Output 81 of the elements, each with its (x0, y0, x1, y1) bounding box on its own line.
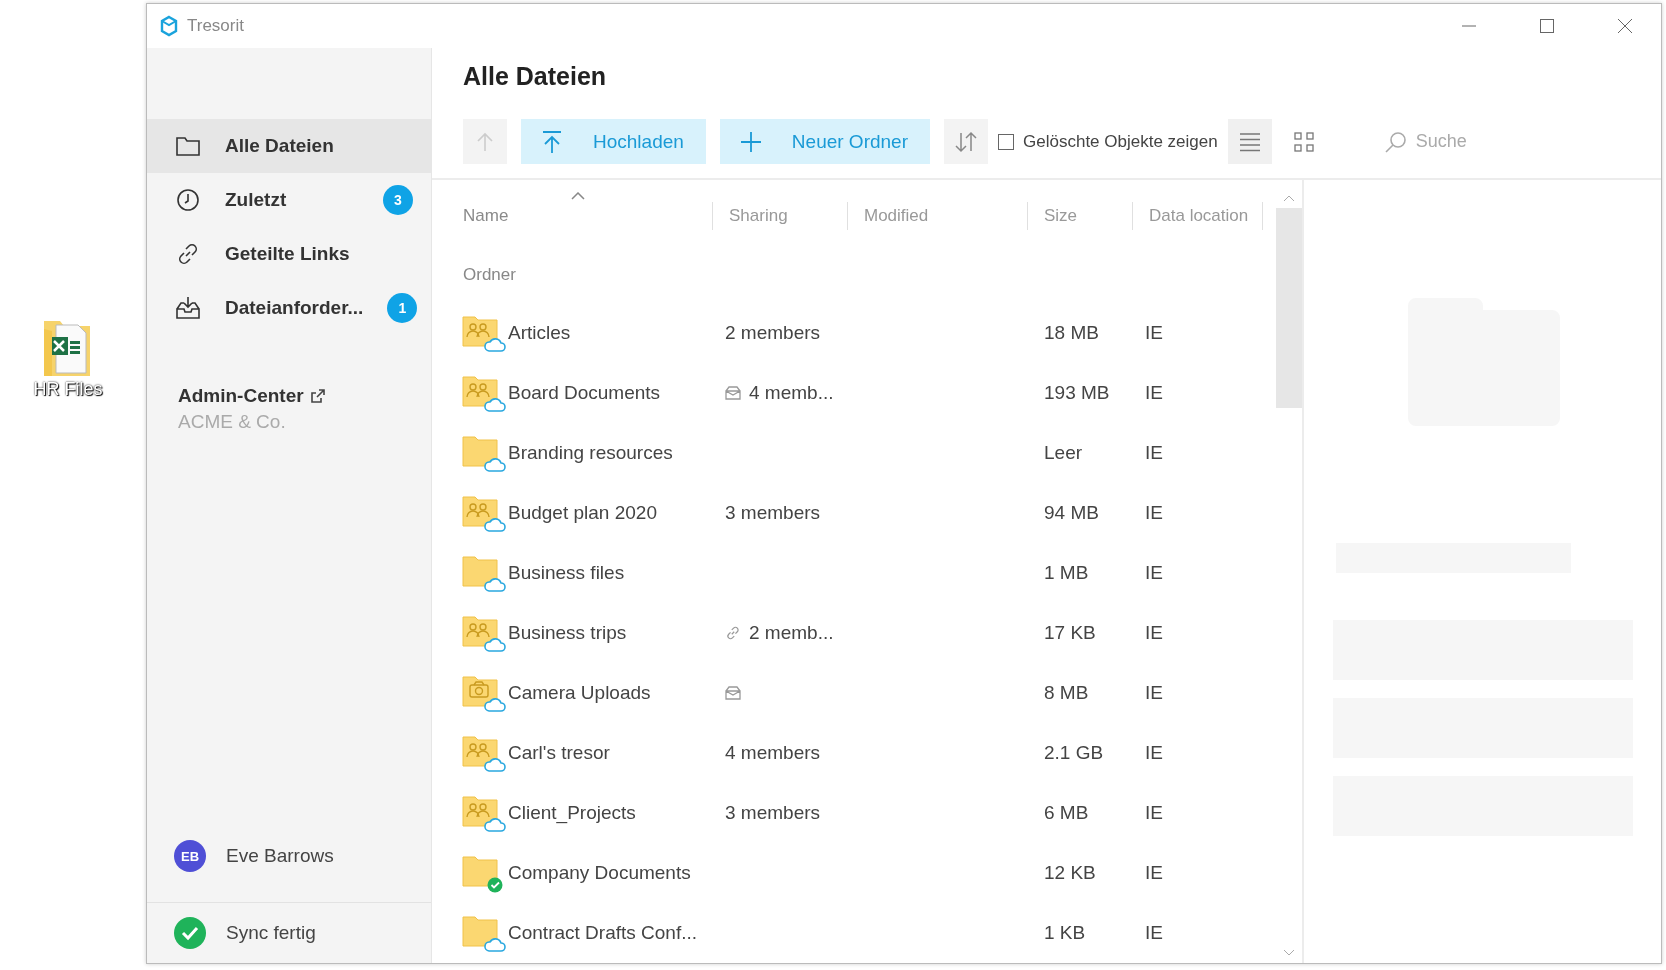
file-name[interactable]: Branding resources (508, 442, 673, 464)
member-count: 2 members (725, 322, 821, 344)
user-avatar[interactable]: EB (174, 840, 206, 872)
file-name[interactable]: Business files (508, 562, 625, 584)
location-cell: IE (1145, 442, 1163, 464)
sort-caret-icon (571, 192, 585, 200)
file-name[interactable]: Articles (508, 322, 571, 344)
location-cell: IE (1145, 322, 1163, 344)
desktop-icon-label[interactable]: HR Files (33, 379, 103, 400)
window-title: Tresorit (187, 16, 244, 36)
member-count: 3 members (725, 802, 821, 824)
check-circle-icon (174, 917, 206, 949)
location-cell: IE (1145, 802, 1163, 824)
size-cell: 8 MB (1044, 682, 1089, 704)
group-heading: Ordner (463, 263, 516, 286)
member-count: 3 members (725, 502, 821, 524)
file-name[interactable]: Camera Uploads (508, 682, 651, 704)
file-name[interactable]: Carl's tresor (508, 742, 610, 764)
location-cell: IE (1145, 682, 1163, 704)
page-title: Alle Dateien (463, 62, 608, 92)
file-name[interactable]: Client_Projects (508, 802, 636, 824)
size-cell: 193 MB (1044, 382, 1110, 404)
user-name: Eve Barrows (226, 845, 334, 867)
member-count: 4 memb... (749, 382, 834, 404)
size-cell: 1 MB (1044, 562, 1089, 584)
location-cell: IE (1145, 862, 1163, 884)
member-count: 4 members (725, 742, 821, 764)
size-cell: 18 MB (1044, 322, 1099, 344)
size-cell: 6 MB (1044, 802, 1089, 824)
file-name[interactable]: Business trips (508, 622, 627, 644)
maximize-icon[interactable] (1539, 18, 1555, 34)
grid-icon (1292, 130, 1315, 153)
show-deleted-checkbox[interactable]: Gelöschte Objekte zeigen (998, 131, 1218, 152)
size-cell: 17 KB (1044, 622, 1096, 644)
location-cell: IE (1145, 922, 1163, 944)
size-cell: 12 KB (1044, 862, 1096, 884)
sidebar-item[interactable]: Geteilte Links (147, 227, 431, 281)
external-link-icon (309, 388, 326, 404)
sidebar-item[interactable]: Dateianforder... 1 (147, 281, 431, 335)
file-name[interactable]: Company Documents (508, 862, 691, 884)
file-name[interactable]: Board Documents (508, 382, 661, 404)
envelope-icon (725, 686, 741, 700)
member-count: 2 memb... (749, 622, 834, 644)
size-cell: Leer (1044, 442, 1083, 464)
search-icon (1383, 130, 1408, 154)
hexagon-logo-icon (159, 15, 179, 37)
sync-status: Sync fertig (226, 922, 316, 944)
sort-button[interactable] (944, 119, 988, 164)
list-view-button[interactable] (1227, 119, 1272, 164)
link-icon (725, 625, 741, 641)
file-name[interactable]: Contract Drafts Conf... (508, 922, 697, 944)
scroll-up-icon[interactable] (1283, 194, 1295, 202)
inbox-icon (175, 295, 201, 321)
arrow-up-icon (475, 130, 495, 153)
location-cell: IE (1145, 502, 1163, 524)
sidebar-item[interactable]: Zuletzt 3 (147, 173, 431, 227)
file-name[interactable]: Budget plan 2020 (508, 502, 657, 524)
up-button[interactable] (463, 119, 507, 164)
scroll-down-icon[interactable] (1283, 949, 1295, 957)
location-cell: IE (1145, 562, 1163, 584)
envelope-icon (725, 386, 741, 400)
location-cell: IE (1145, 382, 1163, 404)
list-icon (1238, 130, 1261, 153)
size-cell: 2.1 GB (1044, 742, 1104, 764)
close-icon[interactable] (1617, 18, 1633, 34)
company-name: ACME & Co. (178, 411, 287, 433)
scrollbar-thumb[interactable] (1276, 208, 1302, 408)
location-cell: IE (1145, 742, 1163, 764)
sidebar-item[interactable]: Alle Dateien (147, 119, 431, 173)
upload-arrow-icon (541, 129, 563, 154)
size-cell: 94 MB (1044, 502, 1099, 524)
clock-icon (175, 187, 201, 213)
plus-icon (739, 130, 762, 153)
sort-arrows-icon (954, 130, 978, 153)
size-cell: 1 KB (1044, 922, 1086, 944)
admin-center-link[interactable]: Admin-Center (178, 385, 431, 407)
column-header[interactable]: Name (463, 206, 509, 226)
count-badge: 3 (383, 185, 413, 215)
search-field[interactable]: Suche (1369, 121, 1647, 162)
count-badge: 1 (387, 293, 418, 323)
location-cell: IE (1145, 622, 1163, 644)
